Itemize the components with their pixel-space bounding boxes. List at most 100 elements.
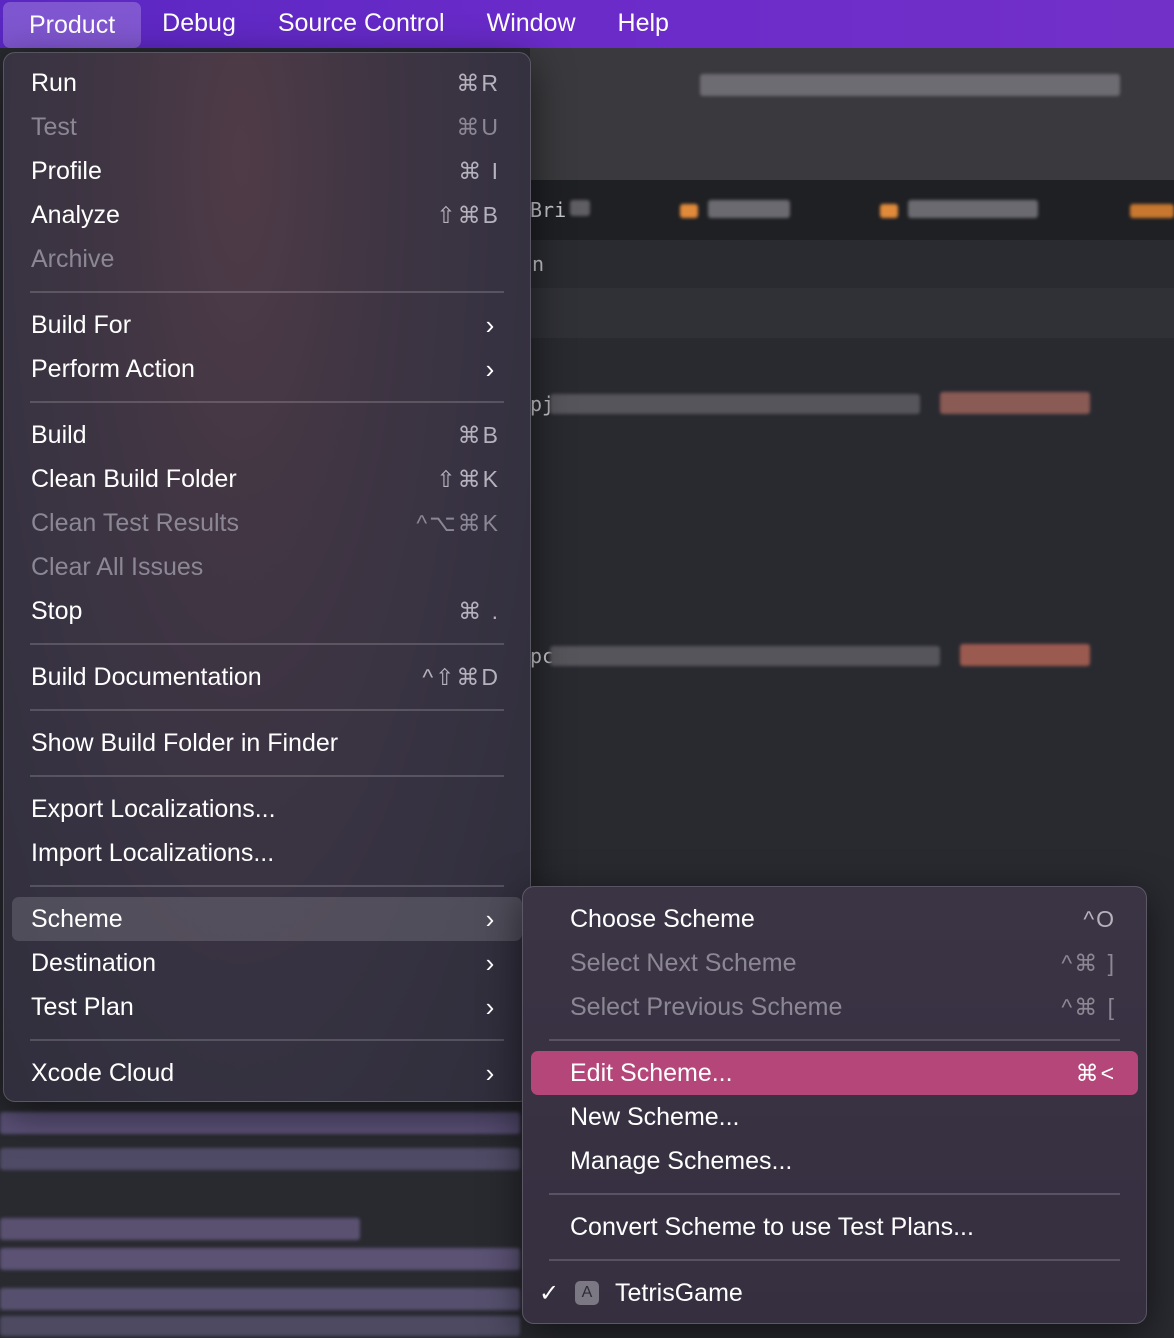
jump-bar: Bri	[530, 180, 1174, 240]
menubar-window[interactable]: Window	[466, 0, 597, 48]
menu-item-stop[interactable]: Stop ⌘ .	[12, 589, 522, 633]
menu-item-clear-all-issues[interactable]: Clear All Issues	[12, 545, 522, 589]
menu-item-manage-schemes[interactable]: Manage Schemes...	[531, 1139, 1138, 1183]
menubar-product[interactable]: Product	[3, 1, 142, 48]
shortcut: ^⇧⌘D	[422, 663, 500, 690]
menu-item-build-documentation[interactable]: Build Documentation ^⇧⌘D	[12, 655, 522, 699]
separator	[30, 401, 504, 403]
shortcut: ⇧⌘B	[436, 201, 500, 228]
separator	[30, 885, 504, 887]
menu-item-archive[interactable]: Archive	[12, 237, 522, 281]
blurred-icon	[1130, 204, 1174, 218]
blurred-code	[0, 1218, 360, 1240]
blurred-code	[0, 1248, 520, 1270]
menu-item-label: Build	[31, 420, 87, 449]
menu-item-convert-scheme[interactable]: Convert Scheme to use Test Plans...	[531, 1205, 1138, 1249]
menu-item-label: Test	[31, 112, 77, 141]
menu-item-scheme[interactable]: Scheme ›	[12, 897, 522, 941]
menu-item-label: Choose Scheme	[570, 904, 755, 933]
menu-item-label: Xcode Cloud	[31, 1058, 175, 1087]
menu-item-edit-scheme[interactable]: Edit Scheme... ⌘<	[531, 1051, 1138, 1095]
jump-bar-fragment: Bri	[530, 198, 567, 222]
menu-item-destination[interactable]: Destination ›	[12, 941, 522, 985]
menu-item-label: Export Localizations...	[31, 794, 276, 823]
separator	[30, 775, 504, 777]
product-menu: Run ⌘R Test ⌘U Profile ⌘ I Analyze ⇧⌘B A…	[3, 52, 531, 1102]
blurred-code	[0, 1112, 520, 1134]
menu-bar: Product Debug Source Control Window Help	[0, 0, 1174, 48]
menu-item-label: Import Localizations...	[31, 838, 275, 867]
blurred-code	[550, 394, 920, 414]
blurred-code	[0, 1288, 520, 1310]
separator	[30, 1039, 504, 1041]
menu-item-test[interactable]: Test ⌘U	[12, 105, 522, 149]
menu-item-label: Analyze	[31, 200, 120, 229]
blurred-code	[960, 644, 1090, 666]
menu-item-label: Manage Schemes...	[570, 1146, 793, 1175]
menu-item-label: Select Next Scheme	[570, 948, 797, 977]
shortcut: ⌘ .	[458, 597, 500, 624]
menu-item-import-localizations[interactable]: Import Localizations...	[12, 831, 522, 875]
menu-item-label: Run	[31, 68, 77, 97]
separator	[549, 1039, 1120, 1041]
menu-item-label: Build Documentation	[31, 662, 262, 691]
separator	[549, 1259, 1120, 1261]
menu-item-label: Profile	[31, 156, 102, 185]
separator	[30, 291, 504, 293]
blurred-code	[940, 392, 1090, 414]
scheme-submenu: Choose Scheme ^O Select Next Scheme ^⌘ ]…	[522, 886, 1147, 1324]
app-icon: A	[575, 1281, 599, 1305]
menubar-source-control[interactable]: Source Control	[257, 0, 466, 48]
shortcut: ⌘B	[457, 421, 500, 448]
menu-item-export-localizations[interactable]: Export Localizations...	[12, 787, 522, 831]
menu-item-run[interactable]: Run ⌘R	[12, 61, 522, 105]
menu-item-perform-action[interactable]: Perform Action ›	[12, 347, 522, 391]
menu-item-label: New Scheme...	[570, 1102, 740, 1131]
shortcut: ⌘ I	[458, 157, 500, 184]
blurred-code	[0, 1148, 520, 1170]
menu-item-clean-build-folder[interactable]: Clean Build Folder ⇧⌘K	[12, 457, 522, 501]
menu-item-test-plan[interactable]: Test Plan ›	[12, 985, 522, 1029]
editor-fragment: n	[532, 252, 545, 276]
menu-item-scheme-tetrisgame[interactable]: ✓ A TetrisGame	[531, 1271, 1138, 1315]
menu-item-select-next-scheme[interactable]: Select Next Scheme ^⌘ ]	[531, 941, 1138, 985]
menu-item-label: Perform Action	[31, 354, 195, 383]
blurred-text	[570, 200, 590, 216]
menu-item-select-previous-scheme[interactable]: Select Previous Scheme ^⌘ [	[531, 985, 1138, 1029]
menu-item-label: Test Plan	[31, 992, 134, 1021]
menu-item-build[interactable]: Build ⌘B	[12, 413, 522, 457]
menu-item-label: Scheme	[31, 904, 123, 933]
menu-item-build-for[interactable]: Build For ›	[12, 303, 522, 347]
menu-item-analyze[interactable]: Analyze ⇧⌘B	[12, 193, 522, 237]
checkmark-icon: ✓	[539, 1279, 560, 1307]
chevron-right-icon: ›	[485, 991, 495, 1022]
menu-item-show-build-folder[interactable]: Show Build Folder in Finder	[12, 721, 522, 765]
shortcut: ^⌘ [	[1061, 993, 1116, 1020]
blurred-icon	[880, 204, 898, 218]
menu-item-clean-test-results[interactable]: Clean Test Results ^⌥⌘K	[12, 501, 522, 545]
menu-item-label: Clean Build Folder	[31, 464, 237, 493]
menu-item-label: Clean Test Results	[31, 508, 239, 537]
menubar-help[interactable]: Help	[597, 0, 690, 48]
menubar-debug[interactable]: Debug	[141, 0, 257, 48]
menu-item-xcode-cloud[interactable]: Xcode Cloud ›	[12, 1051, 522, 1095]
menu-item-label: Build For	[31, 310, 132, 339]
chevron-right-icon: ›	[485, 1057, 495, 1088]
editor-row: n	[530, 240, 1174, 288]
menu-item-label: Destination	[31, 948, 157, 977]
editor-tab-bar	[530, 48, 1174, 180]
blurred-icon	[680, 204, 698, 218]
shortcut: ^⌘ ]	[1061, 949, 1116, 976]
chevron-right-icon: ›	[485, 947, 495, 978]
menu-item-label: Show Build Folder in Finder	[31, 728, 339, 757]
separator	[549, 1193, 1120, 1195]
menu-item-label: TetrisGame	[615, 1278, 743, 1307]
editor-row	[530, 288, 1174, 338]
menu-item-new-scheme[interactable]: New Scheme...	[531, 1095, 1138, 1139]
chevron-right-icon: ›	[485, 309, 495, 340]
blurred-text	[708, 200, 790, 218]
menu-item-profile[interactable]: Profile ⌘ I	[12, 149, 522, 193]
menu-item-choose-scheme[interactable]: Choose Scheme ^O	[531, 897, 1138, 941]
shortcut: ⌘<	[1075, 1059, 1116, 1086]
menu-item-label: Clear All Issues	[31, 552, 204, 581]
